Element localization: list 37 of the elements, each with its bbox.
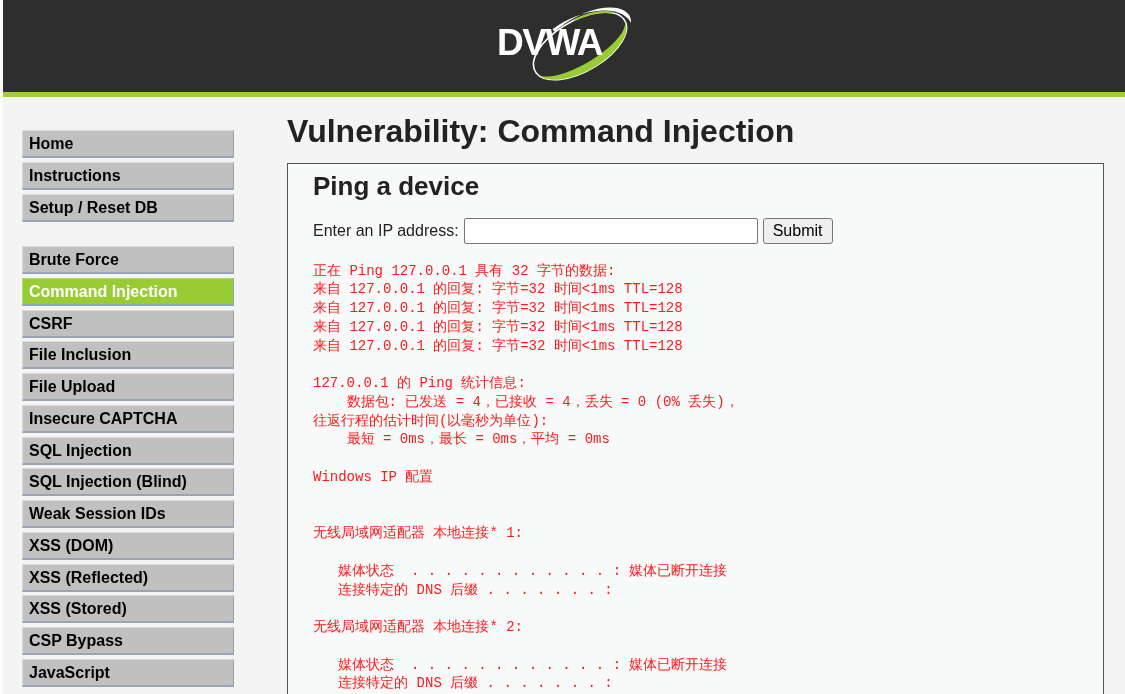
menu-link[interactable]: File Inclusion <box>22 341 234 370</box>
menu-link[interactable]: SQL Injection <box>22 436 234 465</box>
output-line: 来自 127.0.0.1 的回复: 字节=32 时间<1ms TTL=128 <box>313 280 683 300</box>
ip-address-field[interactable] <box>463 217 758 244</box>
menu-link[interactable]: Setup / Reset DB <box>22 193 234 222</box>
output-line: 最短 = 0ms，最长 = 0ms，平均 = 0ms <box>345 430 610 450</box>
page-title: Vulnerability: Command Injection <box>287 112 795 150</box>
menu-link[interactable]: Brute Force <box>22 246 234 274</box>
menu-link[interactable]: Insecure CAPTCHA <box>22 404 234 433</box>
output-line: 来自 127.0.0.1 的回复: 字节=32 时间<1ms TTL=128 <box>313 299 683 318</box>
output-line: Windows IP 配置 <box>313 467 434 487</box>
output-line: 来自 127.0.0.1 的回复: 字节=32 时间<1ms TTL=128 <box>313 336 683 356</box>
output-line: 媒体状态 . . . . . . . . . . . . : 媒体已断开连接 <box>337 655 728 675</box>
menu-link[interactable]: File Upload <box>22 373 234 401</box>
field-label: Enter an IP address: <box>313 221 459 240</box>
menu-link[interactable]: CSP Bypass <box>22 627 234 655</box>
menu-link[interactable]: SQL Injection (Blind) <box>22 468 234 497</box>
output-line: 数据包: 已发送 = 4，已接收 = 4，丢失 = 0 (0% 丢失)， <box>345 392 739 412</box>
output-line: 无线局域网适配器 本地连接* 2: <box>313 618 523 637</box>
menu-link[interactable]: Weak Session IDs <box>22 500 234 528</box>
output-line: 正在 Ping 127.0.0.1 具有 32 字节的数据: <box>313 261 616 281</box>
output-line: 媒体状态 . . . . . . . . . . . . : 媒体已断开连接 <box>337 561 728 581</box>
output-line: 来自 127.0.0.1 的回复: 字节=32 时间<1ms TTL=128 <box>313 317 683 337</box>
menu-link[interactable]: Instructions <box>22 161 234 190</box>
output-line: 连接特定的 DNS 后缀 . . . . . . . : <box>337 580 613 600</box>
submit-button[interactable]: Submit <box>762 218 833 244</box>
menu-link[interactable]: CSRF <box>22 309 234 338</box>
menu-link[interactable]: XSS (Stored) <box>22 595 234 624</box>
section-heading: Ping a device <box>313 171 480 202</box>
output-line: 127.0.0.1 的 Ping 统计信息: <box>313 374 526 393</box>
output-line: 连接特定的 DNS 后缀 . . . . . . . : <box>337 674 613 694</box>
menu-link[interactable]: XSS (DOM) <box>22 531 234 560</box>
output-line: 往返行程的估计时间(以毫秒为单位): <box>313 411 549 431</box>
menu-link[interactable]: JavaScript <box>22 658 234 687</box>
menu-link[interactable]: XSS (Reflected) <box>22 563 234 592</box>
output-line: 无线局域网适配器 本地连接* 1: <box>313 524 523 543</box>
menu-link[interactable]: Home <box>22 130 234 158</box>
